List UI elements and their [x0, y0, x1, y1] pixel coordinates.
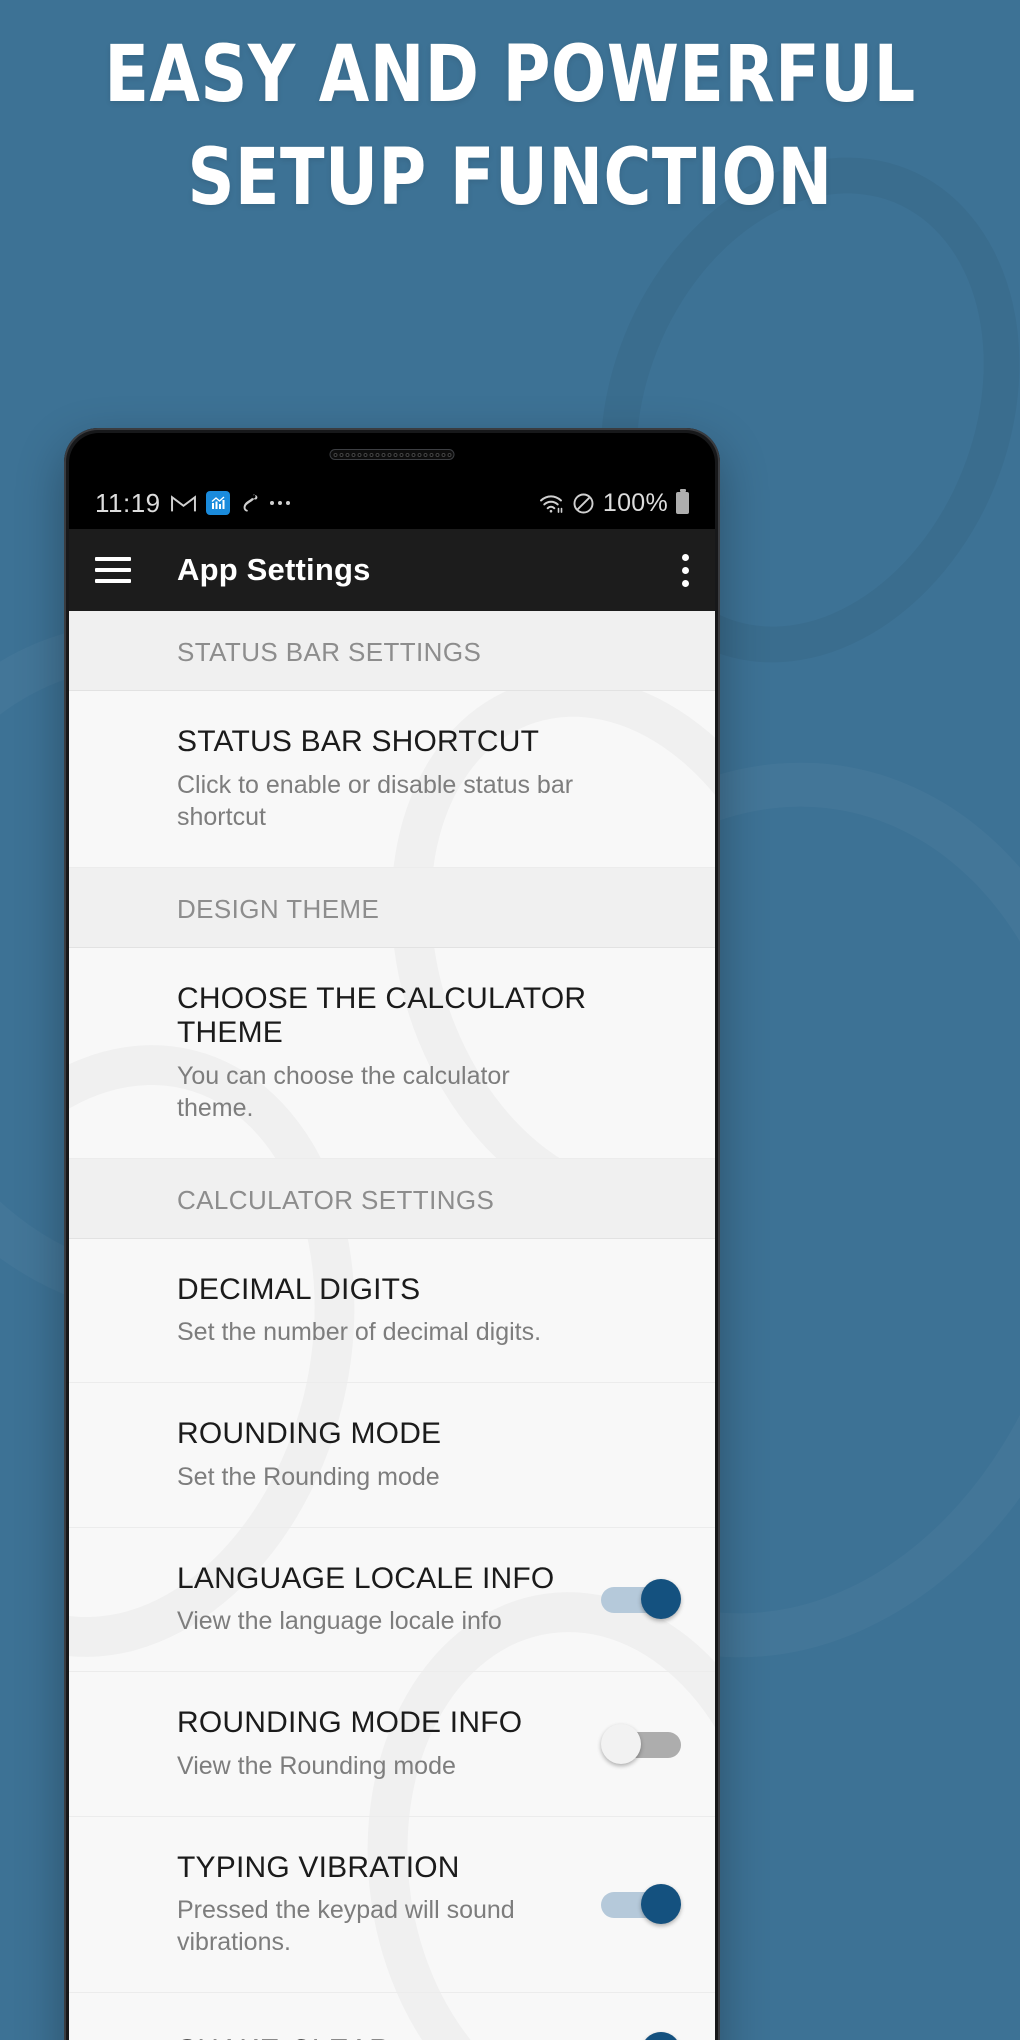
android-status-bar: 11:19 100%: [69, 477, 715, 529]
phone-screen-bezel: 11:19 100% App Settings STATUS BAR SETTI…: [69, 433, 715, 2040]
headline-line-2: SETUP FUNCTION: [187, 132, 833, 223]
row-text: ROUNDING MODE Set the Rounding mode: [177, 1417, 681, 1493]
row-subtitle: Set the Rounding mode: [177, 1462, 440, 1491]
setting-row-decimal-digits[interactable]: DECIMAL DIGITS Set the number of decimal…: [69, 1239, 715, 1383]
wifi-icon: [538, 492, 564, 514]
setting-row-status-bar-shortcut[interactable]: STATUS BAR SHORTCUT Click to enable or d…: [69, 691, 715, 868]
row-title: LANGUAGE LOCALE INFO: [177, 1561, 555, 1595]
phone-mockup: 11:19 100% App Settings STATUS BAR SETTI…: [64, 428, 720, 2040]
page-title: App Settings: [177, 552, 371, 587]
row-title: STATUS BAR SHORTCUT: [177, 725, 540, 758]
row-subtitle: Click to enable or disable status bar sh…: [177, 770, 574, 831]
status-bar-right-group: 100%: [538, 489, 689, 518]
row-title: DECIMAL DIGITS: [177, 1272, 421, 1306]
earpiece-speaker-grille: [329, 449, 455, 460]
setting-row-choose-calculator-theme[interactable]: CHOOSE THE CALCULATOR THEME You can choo…: [69, 948, 715, 1159]
section-header-design-theme: DESIGN THEME: [69, 867, 715, 948]
row-title: SHAKE-CLEAR: [177, 2034, 601, 2040]
row-subtitle: View the language locale info: [177, 1607, 502, 1635]
toggle-typing-vibration[interactable]: [601, 1884, 681, 1925]
status-bar-left-group: 11:19: [95, 488, 290, 519]
setting-row-language-locale-info[interactable]: LANGUAGE LOCALE INFO View the language l…: [69, 1528, 715, 1672]
section-header-calculator-settings: CALCULATOR SETTINGS: [69, 1158, 715, 1239]
kebab-menu-icon[interactable]: [682, 553, 689, 587]
row-subtitle: Pressed the keypad will sound vibrations…: [177, 1896, 515, 1956]
switch-thumb: [641, 2031, 681, 2040]
setting-row-typing-vibration[interactable]: TYPING VIBRATION Pressed the keypad will…: [69, 1817, 715, 1993]
app-bar: App Settings: [69, 529, 715, 611]
row-text: DECIMAL DIGITS Set the number of decimal…: [177, 1273, 681, 1349]
status-bar-clock: 11:19: [95, 487, 161, 518]
hamburger-menu-icon[interactable]: [95, 557, 131, 583]
headline-line-1: EASY AND POWERFUL: [104, 30, 916, 120]
promo-headline: EASY AND POWERFUL SETUP FUNCTION: [36, 24, 985, 230]
toggle-shake-clear[interactable]: [601, 2031, 681, 2040]
row-text: LANGUAGE LOCALE INFO View the language l…: [177, 1562, 601, 1638]
row-text: CHOOSE THE CALCULATOR THEME You can choo…: [177, 982, 681, 1124]
toggle-language-locale-info[interactable]: [601, 1579, 681, 1620]
more-notifications-icon: [269, 501, 290, 505]
settings-list[interactable]: STATUS BAR SETTINGS STATUS BAR SHORTCUT …: [69, 611, 715, 2040]
row-text: TYPING VIBRATION Pressed the keypad will…: [177, 1851, 601, 1959]
row-title: ROUNDING MODE INFO: [177, 1706, 523, 1739]
row-text: STATUS BAR SHORTCUT Click to enable or d…: [177, 725, 681, 833]
battery-full-icon: [676, 489, 689, 514]
row-text: SHAKE-CLEAR: [177, 2034, 601, 2040]
chart-icon: [205, 491, 230, 515]
setting-row-shake-clear[interactable]: SHAKE-CLEAR: [69, 1993, 715, 2040]
setting-row-rounding-mode-info[interactable]: ROUNDING MODE INFO View the Rounding mod…: [69, 1672, 715, 1817]
row-subtitle: View the Rounding mode: [177, 1751, 456, 1780]
switch-thumb: [601, 1723, 641, 1764]
shrimp-icon: [240, 492, 260, 514]
row-subtitle: You can choose the calculator theme.: [177, 1061, 510, 1122]
battery-percent-label: 100%: [602, 488, 668, 517]
do-not-disturb-icon: [572, 492, 595, 515]
row-title: TYPING VIBRATION: [177, 1850, 460, 1884]
row-text: ROUNDING MODE INFO View the Rounding mod…: [177, 1706, 601, 1782]
row-title: CHOOSE THE CALCULATOR THEME: [177, 981, 587, 1050]
toggle-rounding-mode-info[interactable]: [601, 1723, 681, 1764]
gmail-icon: [170, 494, 196, 513]
section-header-status-bar-settings: STATUS BAR SETTINGS: [69, 611, 715, 691]
row-subtitle: Set the number of decimal digits.: [177, 1318, 542, 1346]
row-title: ROUNDING MODE: [177, 1417, 442, 1450]
switch-thumb: [641, 1579, 681, 1620]
switch-thumb: [641, 1884, 681, 1925]
setting-row-rounding-mode[interactable]: ROUNDING MODE Set the Rounding mode: [69, 1383, 715, 1528]
